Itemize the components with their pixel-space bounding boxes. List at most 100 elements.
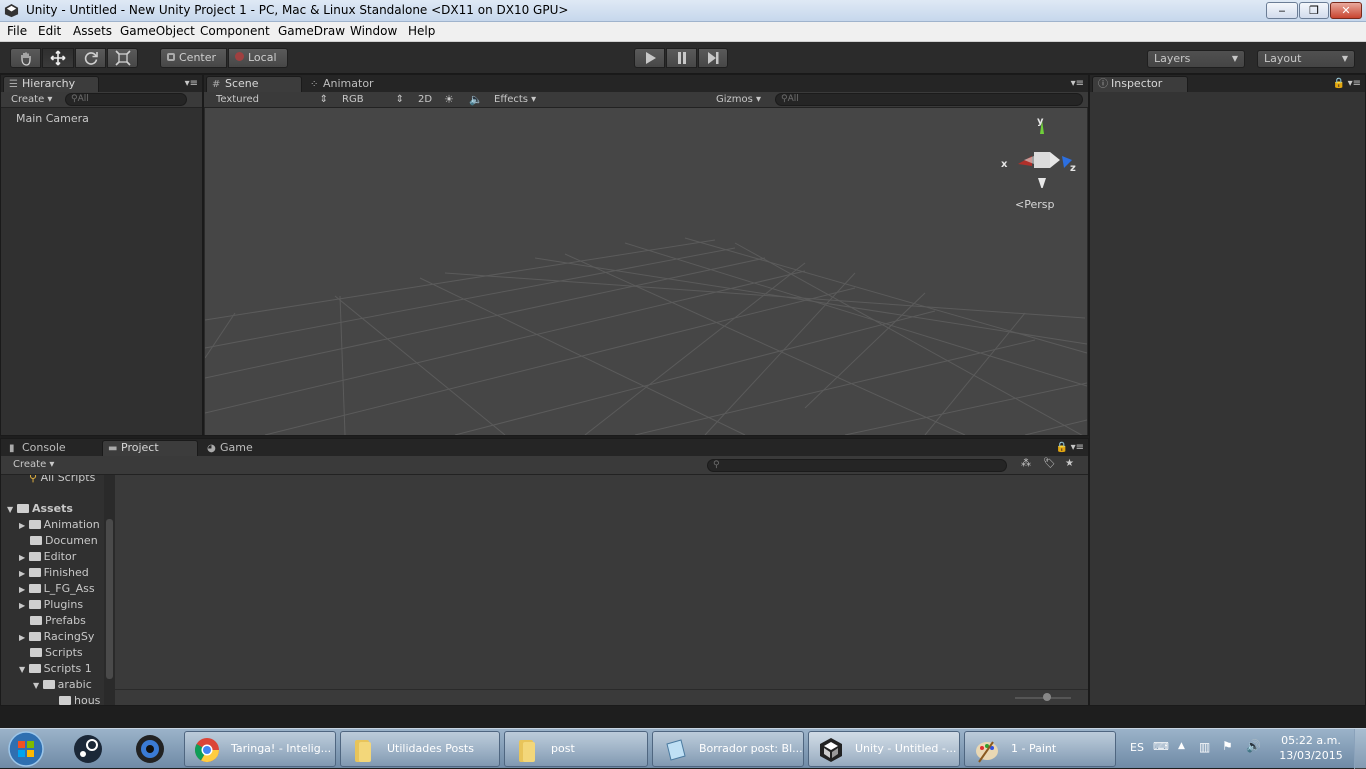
expanded-triangle-icon: ▼ (33, 681, 40, 690)
language-indicator[interactable]: ES (1130, 741, 1144, 754)
steam-icon[interactable] (72, 733, 104, 765)
folder-icon (30, 616, 42, 625)
folder-house[interactable]: hous (59, 693, 100, 705)
menu-edit[interactable]: Edit (38, 24, 61, 38)
tab-animator[interactable]: ⁘ Animator (304, 76, 394, 92)
scene-search-input[interactable]: ⚲All (775, 93, 1083, 106)
filter-by-label-icon[interactable]: 🏷 (1043, 458, 1056, 469)
favorites-all-scripts[interactable]: ⚲ All Scripts (29, 475, 95, 486)
menu-file[interactable]: File (7, 24, 27, 38)
folder-documentation[interactable]: Documen (30, 533, 98, 549)
clock-date: 13/03/2015 (1279, 749, 1343, 762)
effects-dropdown[interactable]: Effects ▾ (494, 94, 536, 105)
tab-inspector[interactable]: ⓘ Inspector (1092, 76, 1188, 92)
bottom-tabstrip: ▮ Console ▬ Project ◕ Game 🔒 ▾≡ (1, 439, 1088, 456)
taskbar-item-paint[interactable]: 1 - Paint (964, 731, 1116, 767)
action-center-flag-icon[interactable]: ⚑ (1222, 739, 1233, 753)
folder-scripts[interactable]: Scripts (30, 645, 83, 661)
menu-gameobject[interactable]: GameObject (120, 24, 195, 38)
folder-plugins[interactable]: ▶ Plugins (19, 597, 83, 613)
folder-l-fg-assets[interactable]: ▶ L_FG_Ass (19, 581, 95, 597)
move-tool-button[interactable] (42, 48, 74, 68)
hierarchy-search-input[interactable]: ⚲All (65, 93, 187, 106)
panel-menu-icon[interactable]: ▾≡ (185, 78, 198, 89)
folder-editor[interactable]: ▶ Editor (19, 549, 76, 565)
folder-arabic[interactable]: ▼ arabic (33, 677, 92, 693)
taskbar-item-label: Utilidades Posts (387, 742, 474, 755)
hierarchy-create-button[interactable]: Create ▾ (11, 94, 52, 105)
taskbar-item-post[interactable]: post (504, 731, 648, 767)
shading-mode-dropdown[interactable]: Textured ⇕ (216, 94, 328, 105)
filter-by-type-icon[interactable]: ⁂ (1021, 458, 1031, 469)
sun-icon[interactable]: ☀ (444, 93, 454, 106)
audio-icon[interactable]: 🔈 (469, 93, 483, 106)
project-search-input[interactable]: ⚲ (707, 459, 1007, 472)
show-desktop-button[interactable] (1354, 729, 1366, 769)
project-create-label: Create (13, 459, 47, 470)
pause-icon (677, 52, 686, 64)
render-mode-dropdown[interactable]: RGB ⇕ (342, 94, 404, 105)
2d-toggle[interactable]: 2D (418, 94, 432, 105)
clock[interactable]: 05:22 a.m. 13/03/2015 (1272, 733, 1350, 763)
folder-finished[interactable]: ▶ Finished (19, 565, 89, 581)
layers-dropdown[interactable]: Layers ▼ (1147, 50, 1245, 68)
taskbar-item-borrador[interactable]: Borrador post: Bl... (652, 731, 804, 767)
menu-gamedraw[interactable]: GameDraw (278, 24, 345, 38)
windows-start-icon[interactable] (6, 731, 46, 767)
close-button[interactable]: ✕ (1330, 2, 1362, 19)
tab-project[interactable]: ▬ Project (102, 440, 198, 456)
menu-help[interactable]: Help (408, 24, 435, 38)
folder-tree-scrollbar[interactable] (104, 475, 115, 705)
lock-icon[interactable]: 🔒 (1056, 442, 1068, 453)
taskbar-item-label: 1 - Paint (1011, 742, 1057, 755)
volume-icon[interactable]: 🔊 (1246, 739, 1261, 753)
folder-prefabs[interactable]: Prefabs (30, 613, 86, 629)
show-hidden-icons-icon[interactable]: ▲ (1178, 741, 1185, 751)
panel-menu-icon[interactable]: ▾≡ (1071, 78, 1084, 89)
tab-hierarchy[interactable]: ☰ Hierarchy (3, 76, 99, 92)
panel-menu-icon[interactable]: ▾≡ (1348, 78, 1361, 89)
icon-size-slider-thumb[interactable] (1043, 693, 1051, 701)
assets-root[interactable]: ▼ Assets (7, 501, 73, 517)
taskbar-item-utilidades-posts[interactable]: Utilidades Posts (340, 731, 500, 767)
step-button[interactable] (698, 48, 728, 68)
folder-icon (355, 740, 371, 762)
rotate-tool-button[interactable] (75, 48, 106, 68)
hierarchy-item-main-camera[interactable]: Main Camera (16, 111, 89, 127)
hand-tool-button[interactable] (10, 48, 41, 68)
favorites-star-icon[interactable]: ★ (1065, 458, 1074, 469)
scene-viewport[interactable]: y x z <Persp (205, 108, 1087, 435)
play-button[interactable] (634, 48, 665, 68)
folder-scripts-1[interactable]: ▼ Scripts 1 (19, 661, 92, 677)
minimize-button[interactable]: ‒ (1266, 2, 1298, 19)
layout-label: Layout (1264, 52, 1302, 65)
pause-button[interactable] (666, 48, 697, 68)
project-create-button[interactable]: Create ▾ (13, 459, 54, 470)
scrollbar-thumb[interactable] (106, 519, 113, 679)
tab-console[interactable]: ▮ Console (3, 440, 99, 456)
menu-assets[interactable]: Assets (73, 24, 112, 38)
folder-racingsystem[interactable]: ▶ RacingSy (19, 629, 94, 645)
tab-inspector-label: Inspector (1111, 77, 1163, 90)
gizmos-dropdown[interactable]: Gizmos ▾ (716, 94, 761, 105)
maximize-button[interactable]: ❐ (1299, 2, 1329, 19)
menu-window[interactable]: Window (350, 24, 397, 38)
taskbar-item-unity[interactable]: Unity - Untitled -... (808, 731, 960, 767)
lock-icon[interactable]: 🔒 (1333, 78, 1345, 89)
obs-icon[interactable] (134, 733, 166, 765)
projection-toggle[interactable]: <Persp (1015, 198, 1054, 211)
panel-menu-icon[interactable]: ▾≡ (1071, 442, 1084, 453)
project-content-area[interactable] (115, 475, 1088, 689)
keyboard-icon[interactable]: ⌨ (1153, 740, 1169, 753)
folder-animation[interactable]: ▶ Animation (19, 517, 100, 533)
space-local-toggle[interactable]: Local (228, 48, 288, 68)
taskbar-item-chrome[interactable]: Taringa! - Intelig... (184, 731, 336, 767)
animator-icon: ⁘ (310, 79, 319, 90)
tab-scene[interactable]: # Scene (206, 76, 302, 92)
network-icon[interactable]: ▥ (1199, 740, 1210, 754)
tab-game[interactable]: ◕ Game (201, 440, 291, 456)
scale-tool-button[interactable] (107, 48, 138, 68)
layout-dropdown[interactable]: Layout ▼ (1257, 50, 1355, 68)
menu-component[interactable]: Component (200, 24, 270, 38)
pivot-center-toggle[interactable]: Center (160, 48, 227, 68)
